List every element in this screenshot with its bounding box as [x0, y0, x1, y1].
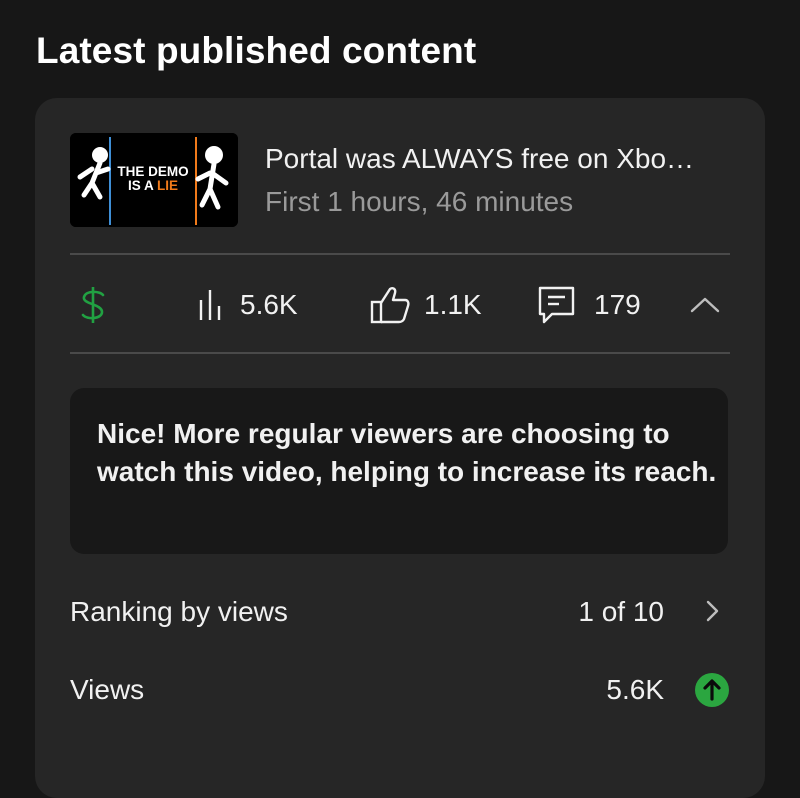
- likes-stat[interactable]: 1.1K: [370, 255, 482, 355]
- thumbnail-caption-is-a: IS A: [127, 178, 157, 193]
- chevron-up-icon: [690, 297, 720, 313]
- thumbs-up-icon: [370, 287, 410, 324]
- likes-count: 1.1K: [424, 289, 482, 320]
- views-metric-label: Views: [70, 674, 145, 705]
- ranking-value: 1 of 10: [578, 596, 664, 627]
- ranking-row[interactable]: Ranking by views 1 of 10: [70, 588, 730, 636]
- arrow-up-circle-icon: [695, 673, 729, 707]
- video-row[interactable]: THE DEMO IS A LIE Portal was ALWAYS free…: [70, 133, 730, 229]
- views-stat[interactable]: 5.6K: [198, 255, 298, 355]
- thumbnail-caption: THE DEMO IS A LIE: [110, 165, 196, 193]
- views-metric-row: Views 5.6K: [70, 666, 730, 714]
- insight-text: Nice! More regular viewers are choosing …: [97, 418, 717, 487]
- ranking-label: Ranking by views: [70, 596, 288, 627]
- monetization-stat[interactable]: [78, 255, 108, 355]
- thumbnail-caption-lie: LIE: [157, 178, 179, 193]
- video-thumbnail[interactable]: THE DEMO IS A LIE: [70, 133, 238, 227]
- video-subtitle: First 1 hours, 46 minutes: [265, 186, 574, 217]
- comment-icon: [538, 286, 575, 324]
- video-title[interactable]: Portal was ALWAYS free on Xbo…: [265, 143, 735, 175]
- comments-count: 179: [594, 289, 641, 320]
- stats-row: 5.6K 1.1K 179: [70, 255, 730, 355]
- divider: [70, 352, 730, 354]
- collapse-button[interactable]: [690, 255, 720, 355]
- chevron-right-icon[interactable]: [696, 594, 730, 628]
- dollar-icon: [81, 287, 105, 323]
- thumbnail-caption-line1: THE DEMO: [117, 164, 189, 179]
- views-count: 5.6K: [240, 289, 298, 320]
- bar-chart-icon: [199, 290, 221, 320]
- latest-content-card: THE DEMO IS A LIE Portal was ALWAYS free…: [35, 98, 765, 798]
- insight-callout: Nice! More regular viewers are choosing …: [70, 388, 728, 554]
- page-title: Latest published content: [36, 30, 477, 71]
- comments-stat[interactable]: 179: [538, 255, 641, 355]
- views-metric-value: 5.6K: [606, 674, 664, 705]
- thumbnail-caption-line2: IS A LIE: [110, 179, 196, 193]
